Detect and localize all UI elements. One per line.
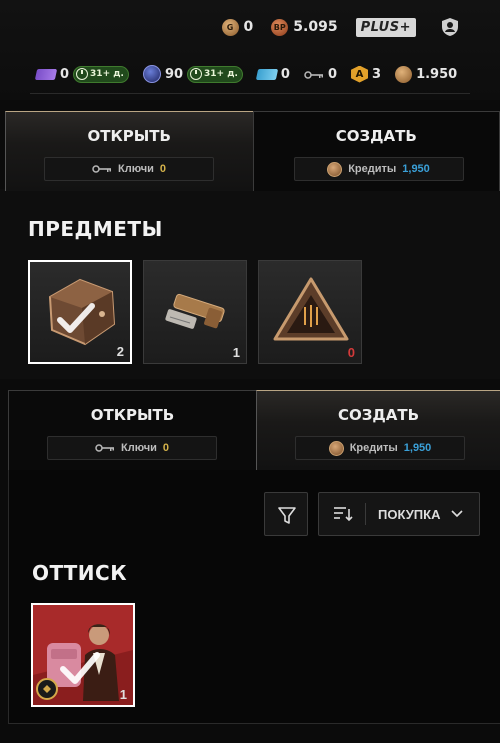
tab-open-label: ОТКРЫТЬ — [90, 406, 175, 424]
credits-counter-label: Кредиты — [349, 442, 398, 454]
blue-ticket-currency[interactable]: 0 — [255, 66, 290, 82]
credits-amount: 1.950 — [416, 66, 458, 82]
orb-currency[interactable]: 90 31+ д. — [142, 65, 243, 83]
credits-coin-icon — [328, 440, 344, 456]
purple-ticket-icon — [34, 68, 58, 80]
credits-coin-icon — [395, 65, 413, 83]
imprint-section-title: ОТТИСК — [32, 561, 128, 585]
top-currency-bar: G 0 BP 5.095 PLUS+ 0 31+ д. 90 31+ д. 0 … — [0, 0, 500, 100]
item-card-triangle-token[interactable]: 0 — [258, 260, 362, 364]
tab-open-label: ОТКРЫТЬ — [87, 127, 171, 145]
tab-open[interactable]: ОТКРЫТЬ Ключи 0 — [5, 111, 253, 191]
header-divider — [30, 93, 470, 94]
credits-counter: Кредиты 1,950 — [293, 157, 464, 181]
tab-create-label: СОЗДАТЬ — [335, 127, 417, 145]
clock-icon — [76, 68, 89, 80]
secondary-currencies: 0 31+ д. 90 31+ д. 0 0 A 3 1.950 — [34, 65, 470, 83]
key-icon — [95, 444, 115, 452]
keys-currency[interactable]: 0 — [304, 67, 337, 82]
item-count: 2 — [116, 344, 124, 359]
orb-amount: 90 — [164, 66, 184, 82]
keys-counter-label: Ключи — [118, 163, 154, 175]
credits-counter-value: 1,950 — [403, 442, 432, 454]
purple-ticket-timer: 31+ д. — [73, 65, 129, 83]
sort-icon — [334, 507, 353, 522]
items-section-title: ПРЕДМЕТЫ — [28, 217, 163, 241]
credits-counter: Кредиты 1,950 — [295, 436, 465, 460]
g-coin-currency[interactable]: G 0 — [221, 18, 254, 36]
keys-counter: Ключи 0 — [44, 157, 214, 181]
keys-counter-value: 0 — [162, 442, 169, 454]
filter-button[interactable] — [264, 492, 308, 536]
orb-timer: 31+ д. — [187, 65, 243, 83]
credits-currency[interactable]: 1.950 — [395, 65, 458, 83]
purple-ticket-timer-text: 31+ д. — [90, 69, 124, 79]
tab-create[interactable]: СОЗДАТЬ Кредиты 1,950 — [252, 111, 500, 191]
item-card-key-item[interactable]: 1 — [143, 260, 247, 364]
chevron-down-icon — [451, 510, 464, 518]
item-count: 1 — [232, 345, 240, 360]
panel2-tabs: ОТКРЫТЬ Ключи 0 СОЗДАТЬ Кредиты 1,950 — [0, 390, 500, 470]
a-token-currency[interactable]: A 3 — [351, 65, 382, 83]
key-icon — [304, 69, 324, 79]
blue-ticket-amount: 0 — [280, 66, 290, 82]
item-count: 0 — [347, 345, 355, 360]
a-token-amount: 3 — [372, 66, 382, 82]
sort-dropdown[interactable]: ПОКУПКА — [318, 492, 480, 536]
keys-counter-label: Ключи — [121, 442, 157, 454]
profile-shield-icon[interactable] — [440, 17, 460, 37]
purple-ticket-amount: 0 — [60, 66, 70, 82]
g-coin-amount: 0 — [243, 19, 254, 35]
item-card-imprint[interactable]: 1 — [31, 603, 135, 707]
item-card-crate[interactable]: 2 — [28, 260, 132, 364]
bp-currency[interactable]: BP 5.095 — [271, 18, 338, 36]
orb-icon — [142, 65, 161, 83]
imprint-skin-icon — [33, 605, 133, 705]
crate-icon — [48, 278, 116, 346]
purple-ticket-currency[interactable]: 0 31+ д. — [34, 65, 129, 83]
clock-icon — [190, 68, 203, 80]
primary-currencies: G 0 BP 5.095 PLUS+ — [221, 17, 460, 37]
sort-label: ПОКУПКА — [378, 506, 441, 522]
tab-open[interactable]: ОТКРЫТЬ Ключи 0 — [8, 390, 256, 470]
bp-coin-icon: BP — [271, 18, 289, 36]
keys-counter: Ключи 0 — [47, 436, 217, 460]
filter-icon — [278, 507, 296, 524]
g-coin-icon: G — [221, 18, 239, 36]
tab-create-label: СОЗДАТЬ — [337, 406, 420, 424]
key-icon — [92, 165, 112, 173]
credits-counter-label: Кредиты — [348, 163, 397, 175]
keys-amount: 0 — [327, 66, 338, 82]
tab-create[interactable]: СОЗДАТЬ Кредиты 1,950 — [256, 390, 500, 470]
credits-counter-value: 1,950 — [402, 163, 430, 175]
credits-coin-icon — [327, 161, 343, 177]
a-token-icon: A — [351, 65, 369, 83]
orb-timer-text: 31+ д. — [204, 69, 238, 79]
bp-amount: 5.095 — [293, 19, 338, 35]
panel1-tabs: ОТКРЫТЬ Ключи 0 СОЗДАТЬ Кредиты 1,950 — [0, 111, 500, 191]
plus-badge-button[interactable]: PLUS+ — [355, 17, 416, 37]
sort-divider — [365, 503, 366, 525]
item-count: 1 — [119, 687, 127, 702]
keys-counter-value: 0 — [159, 163, 166, 175]
blue-ticket-icon — [255, 68, 279, 80]
